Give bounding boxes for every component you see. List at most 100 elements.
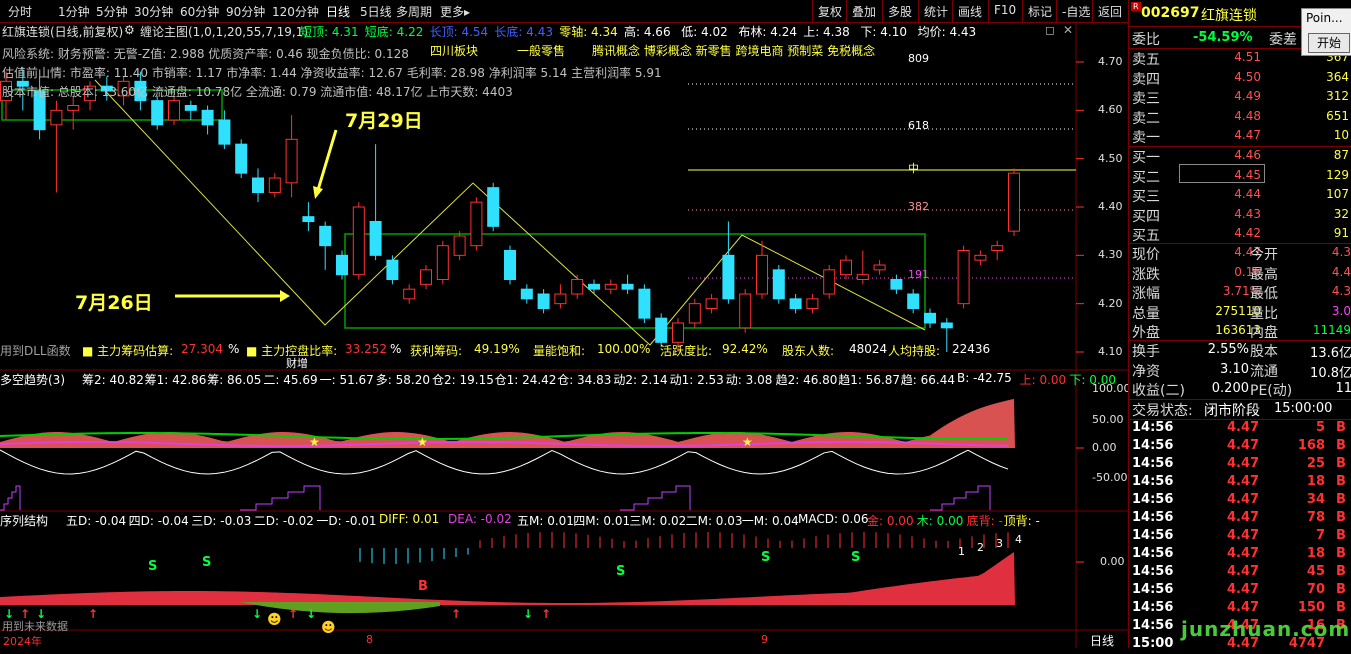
sell-price-3: 4.48 bbox=[1234, 108, 1261, 123]
quote-value-a-1: 0.16 bbox=[1234, 264, 1261, 279]
sell-label-2: 卖三 bbox=[1132, 91, 1160, 107]
quote-value-b-4: 11149 bbox=[1312, 323, 1351, 337]
info-line-0: 风险系统: 财务预警: 无警-Z值: 2.988 优质资产率: 0.46 现金负… bbox=[2, 47, 409, 61]
indicator-value-6: 低: 4.02 bbox=[681, 25, 728, 39]
panel3-item-3: 二D: -0.02 bbox=[253, 514, 314, 528]
panel2-axis-label-3: -50.00 bbox=[1092, 471, 1128, 484]
panel3-item-11: 一M: 0.04 bbox=[741, 514, 799, 528]
sell-label-0: 卖五 bbox=[1132, 52, 1160, 68]
fib-label-4: 191 bbox=[908, 268, 929, 281]
price-label-2: 4.50 bbox=[1098, 151, 1123, 165]
divider bbox=[1129, 146, 1351, 147]
panel3-item-5: DIFF: 0.01 bbox=[379, 512, 440, 526]
tick-row: 14:56 4.47 7 B bbox=[1129, 528, 1351, 546]
quote-label-b-4: 内盘 bbox=[1250, 325, 1278, 341]
buy-price-0: 4.46 bbox=[1234, 148, 1261, 162]
indicator-value-8: 上: 4.38 bbox=[803, 25, 850, 39]
tick-time: 14:56 bbox=[1132, 564, 1174, 579]
buy-volume-3: 32 bbox=[1333, 206, 1349, 221]
tick-row: 14:56 4.47 25 B bbox=[1129, 456, 1351, 474]
panel2-item-0: 筹2: 40.82 bbox=[82, 373, 144, 387]
tick-volume: 78 bbox=[1306, 510, 1325, 525]
tick-price: 4.47 bbox=[1227, 456, 1260, 471]
tick-row: 14:56 4.47 18 B bbox=[1129, 546, 1351, 564]
tick-volume: 168 bbox=[1297, 438, 1325, 453]
tick-time: 14:56 bbox=[1132, 474, 1174, 489]
fund-value-b-1: 10.8亿 bbox=[1310, 365, 1351, 381]
gear-icon[interactable]: ⚙ bbox=[124, 23, 135, 37]
panel3-title[interactable]: 序列结构 bbox=[0, 512, 48, 529]
tick-time: 14:56 bbox=[1132, 600, 1174, 615]
tick-time: 14:56 bbox=[1132, 420, 1174, 435]
buy-price-2: 4.44 bbox=[1234, 187, 1261, 201]
panel2-item-11: 动: 3.08 bbox=[725, 373, 773, 387]
panel2-item-10: 动1: 2.53 bbox=[669, 373, 724, 387]
quote-label-b-1: 最高 bbox=[1250, 266, 1278, 283]
buy-volume-4: 91 bbox=[1333, 226, 1349, 240]
panel3-item-2: 三D: -0.03 bbox=[191, 514, 252, 528]
tick-volume: 25 bbox=[1306, 456, 1325, 471]
panel3-item-8: 四M: 0.01 bbox=[573, 514, 631, 528]
sell-price-2: 4.49 bbox=[1234, 89, 1261, 103]
buy-label-1: 买二 bbox=[1132, 169, 1160, 186]
quote-value-a-0: 4.47 bbox=[1234, 245, 1261, 259]
tick-time: 14:56 bbox=[1132, 618, 1174, 633]
indicator-value-3: 长底: 4.43 bbox=[494, 25, 553, 39]
tick-volume: 18 bbox=[1306, 474, 1325, 489]
buy-label-4: 买五 bbox=[1132, 228, 1160, 244]
chip-item-9: 100.00% bbox=[597, 342, 651, 356]
sell-label-3: 卖二 bbox=[1132, 110, 1160, 127]
fib-label-0: 809 bbox=[908, 52, 929, 65]
concept-sichuan[interactable]: 四川板块 bbox=[430, 42, 478, 59]
chip-item-7: 49.19% bbox=[474, 342, 520, 356]
year-label: 2024年 bbox=[3, 635, 42, 648]
panel2-item-9: 动2: 2.14 bbox=[613, 373, 668, 387]
tick-price: 4.47 bbox=[1227, 564, 1260, 579]
quote-value-b-1: 4.4 bbox=[1331, 264, 1351, 279]
panel3-item-10: 二M: 0.03 bbox=[685, 514, 743, 528]
tick-price: 4.47 bbox=[1227, 510, 1260, 525]
indicator-title[interactable]: 缠论主图(1,0,1,20,55,7,19,1) bbox=[140, 23, 308, 40]
quote-label-b-0: 今开 bbox=[1250, 247, 1278, 263]
chip-item-11: 92.42% bbox=[722, 342, 768, 356]
tick-price: 4.47 bbox=[1227, 438, 1260, 453]
sell-volume-4: 10 bbox=[1333, 128, 1349, 142]
panel2-axis-label-0: 100.00 bbox=[1092, 382, 1131, 395]
quote-value-b-0: 4.3 bbox=[1331, 245, 1351, 259]
restore-icon[interactable]: ◻ bbox=[1045, 23, 1055, 37]
concept-list[interactable]: 腾讯概念 博彩概念 新零售 跨境电商 预制菜 免税概念 bbox=[592, 42, 875, 59]
stock-code[interactable]: 002697 bbox=[1141, 5, 1199, 21]
weicha-label: 委差 bbox=[1269, 32, 1297, 48]
buy-volume-2: 107 bbox=[1326, 187, 1349, 201]
panel2-title[interactable]: 多空趋势(3) bbox=[0, 371, 65, 388]
fund-label-b-2: PE(动) bbox=[1250, 383, 1293, 399]
fib-label-3: 382 bbox=[908, 200, 929, 213]
panel2-item-6: 仓2: 19.15 bbox=[432, 373, 494, 387]
panel2-item-13: 趋1: 56.87 bbox=[838, 373, 901, 387]
close-icon[interactable]: ✕ bbox=[1063, 23, 1073, 37]
tick-price: 4.47 bbox=[1227, 474, 1260, 489]
tick-time: 14:56 bbox=[1132, 528, 1174, 543]
chart-title: 红旗连锁(日线,前复权) bbox=[2, 25, 124, 39]
period-switch-button[interactable]: 日线 bbox=[1090, 632, 1114, 649]
quote-value-a-4: 163613 bbox=[1215, 323, 1261, 337]
tick-direction: B bbox=[1336, 528, 1346, 543]
chip-item-15: 22436 bbox=[952, 342, 991, 356]
concept-retail[interactable]: 一般零售 bbox=[517, 42, 565, 59]
tick-direction: B bbox=[1336, 600, 1346, 615]
indicator-value-10: 均价: 4.43 bbox=[917, 25, 977, 39]
tick-row: 14:56 4.47 150 B bbox=[1129, 600, 1351, 618]
fund-value-a-1: 3.10 bbox=[1220, 361, 1249, 377]
panel3-item-7: 五M: 0.01 bbox=[517, 514, 574, 528]
sell-price-4: 4.47 bbox=[1234, 128, 1261, 142]
panel2-item-1: 筹1: 42.86 bbox=[144, 373, 207, 387]
tick-direction: B bbox=[1336, 564, 1346, 579]
panel2-item-5: 多: 58.20 bbox=[375, 373, 431, 387]
stock-name[interactable]: 红旗连锁 bbox=[1201, 5, 1257, 25]
start-button[interactable]: 开始 bbox=[1308, 33, 1350, 53]
chip-item-2: % bbox=[228, 342, 240, 356]
tick-volume: 5 bbox=[1315, 420, 1325, 435]
chip-item-5: % bbox=[390, 342, 402, 356]
panel2-item-12: 趋2: 46.80 bbox=[775, 373, 838, 387]
tick-time: 15:00 bbox=[1132, 636, 1174, 651]
